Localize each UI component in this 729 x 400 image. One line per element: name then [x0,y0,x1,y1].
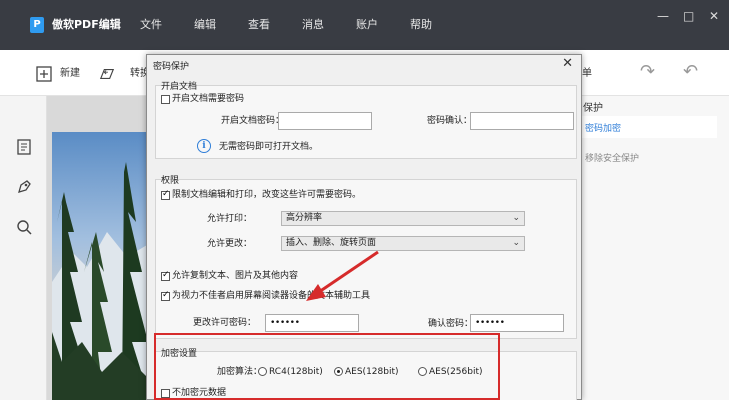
allow-change-label: 允许更改： [207,239,253,249]
menu-view[interactable]: 查看 [248,17,270,33]
open-password-confirm-label: 密码确认： [427,116,473,126]
close-window-button[interactable]: ✕ [709,9,719,23]
left-sidebar [0,96,47,400]
app-logo-icon: P [30,17,44,33]
bookmark-icon[interactable] [15,178,33,196]
menu-edit[interactable]: 编辑 [194,17,216,33]
allow-copy-checkbox[interactable] [161,270,170,281]
menu-help[interactable]: 帮助 [410,17,432,33]
remove-security-item[interactable]: 移除安全保护 [585,151,639,164]
open-password-label: 开启文档密码： [221,116,285,126]
restrict-edit-print-checkbox[interactable] [161,189,170,200]
open-doc-info-text: 无需密码即可打开文档。 [219,142,319,152]
perm-confirm-label: 确认密码： [428,319,474,329]
title-bar: P 傲软PDF编辑 文件 编辑 查看 消息 账户 帮助 — □ ✕ [0,0,729,50]
thumbnails-icon[interactable] [15,138,33,156]
perm-password-input[interactable]: •••••• [265,314,359,332]
menu-account[interactable]: 账户 [356,17,378,33]
info-icon: i [197,139,211,153]
password-encrypt-label: 密码加密 [585,124,622,134]
open-document-group-title: 开启文档 [161,82,198,92]
dialog-close-button[interactable]: ✕ [562,56,573,71]
allow-change-select[interactable]: 插入、删除、旋转页面 ⌄ [281,236,525,251]
allow-print-value: 高分辨率 [286,213,323,223]
maximize-button[interactable]: □ [683,9,694,23]
chevron-down-icon: ⌄ [512,238,520,248]
protect-panel-title: 保护 [583,103,603,114]
page-image [52,132,152,400]
allow-print-label: 允许打印： [207,214,253,224]
app-name: 傲软PDF编辑 [52,18,121,31]
open-password-input[interactable] [278,112,372,130]
require-open-password-label: 开启文档需要密码 [172,94,245,104]
screen-reader-label: 为视力不佳者启用屏幕阅读器设备的文本辅助工具 [172,291,371,301]
require-open-password-checkbox[interactable] [161,95,170,104]
allow-copy-label: 允许复制文本、图片及其他内容 [172,271,299,281]
allow-print-select[interactable]: 高分辨率 ⌄ [281,211,525,226]
right-panel: 保护 密码加密 移除安全保护 [577,96,729,400]
search-icon[interactable] [15,218,33,236]
encryption-highlight-box [154,333,500,400]
redo-icon[interactable]: ↷ [640,63,655,81]
menu-messages[interactable]: 消息 [302,17,324,33]
allow-change-value: 插入、删除、旋转页面 [286,238,377,248]
restrict-edit-print-label: 限制文档编辑和打印，改变这些许可需要密码。 [172,190,362,200]
dialog-title: 密码保护 [153,62,190,72]
minimize-button[interactable]: — [657,9,669,23]
perm-password-label: 更改许可密码： [193,318,257,328]
undo-icon[interactable]: ↶ [683,63,698,81]
chevron-down-icon: ⌄ [512,213,520,223]
toolbar-partial-label[interactable]: 单 [582,68,592,80]
password-encrypt-item[interactable]: 密码加密 [577,116,717,138]
screen-reader-checkbox[interactable] [161,290,170,301]
open-password-confirm-input[interactable] [470,112,574,130]
new-document-icon[interactable] [36,66,52,82]
new-button[interactable]: 新建 [60,68,80,80]
permissions-group-title: 权限 [161,176,180,186]
menu-file[interactable]: 文件 [140,17,162,33]
convert-icon[interactable] [99,66,115,82]
perm-confirm-input[interactable]: •••••• [470,314,564,332]
